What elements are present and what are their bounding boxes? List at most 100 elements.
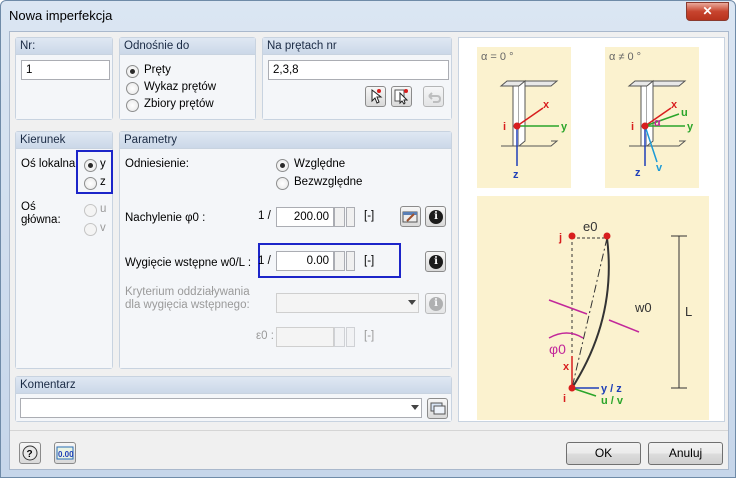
group-komentarz: Komentarz <box>15 376 452 422</box>
chevron-down-icon <box>408 300 416 305</box>
radio-wzgledne-label: Względne <box>294 158 346 170</box>
info-icon: i <box>429 210 443 224</box>
radio-wykaz-pretow[interactable] <box>126 82 139 95</box>
diagram-panel: α = 0 ° α ≠ 0 ° x y z i x u y α z v i e0… <box>458 37 725 422</box>
label-j: j <box>558 232 562 244</box>
radio-axis-u[interactable] <box>84 204 97 217</box>
wygiecie-label: Wygięcie wstępne w0/L : <box>125 257 252 269</box>
node-j <box>568 232 576 240</box>
edit-table-button[interactable] <box>400 206 421 227</box>
comment-library-icon <box>430 402 446 415</box>
group-na-pretach-header: Na prętach nr <box>263 38 451 55</box>
label-alpha0: α = 0 ° <box>481 51 513 63</box>
nachylenie-spinner[interactable] <box>334 207 345 227</box>
group-kierunek: Kierunek Oś lokalna: y z Oś główna: u v <box>15 131 113 369</box>
e0-unit: [-] <box>364 330 375 342</box>
label-alpha: α <box>654 117 661 129</box>
label-u-right: u <box>681 107 688 119</box>
label-x-left: x <box>543 99 550 111</box>
radio-zbiory-label: Zbiory prętów <box>144 98 214 110</box>
list-select-icon <box>394 89 409 105</box>
wygiecie-prefix: 1 / <box>258 255 271 267</box>
node-i-left <box>513 122 521 130</box>
decimal-units-icon: 0.00 <box>56 446 74 460</box>
group-komentarz-header: Komentarz <box>16 377 451 394</box>
label-yz: y / z <box>601 383 622 395</box>
radio-axis-v-label: v <box>100 222 106 234</box>
wygiecie-input[interactable]: 0.00 <box>276 251 334 271</box>
e0-label: ε0 : <box>256 330 274 342</box>
group-nr-header: Nr: <box>16 38 112 55</box>
node-i-bow <box>568 384 576 392</box>
radio-wykaz-label: Wykaz prętów <box>144 81 217 93</box>
group-odnosnie-header: Odnośnie do <box>120 38 255 55</box>
label-x-bow: x <box>563 361 570 373</box>
info-button-wygiecie[interactable]: i <box>425 251 446 272</box>
label-z-left: z <box>513 169 519 181</box>
label-i-left: i <box>503 121 506 133</box>
kryterium-combobox[interactable] <box>276 293 419 313</box>
axis-highlight-box <box>76 150 113 194</box>
e0-spin-right[interactable] <box>346 327 355 347</box>
select-list-button[interactable] <box>391 86 412 107</box>
kryterium-label-1: Kryterium oddziaływania <box>125 286 250 298</box>
nr-input[interactable]: 1 <box>21 60 110 80</box>
svg-text:?: ? <box>27 449 33 460</box>
wygiecie-spinner[interactable] <box>334 251 345 271</box>
close-button[interactable]: ✕ <box>686 2 729 21</box>
e0-spinner[interactable] <box>334 327 345 347</box>
pick-member-button[interactable] <box>365 86 386 107</box>
radio-wzgledne[interactable] <box>276 159 289 172</box>
members-input[interactable]: 2,3,8 <box>268 60 449 80</box>
units-button[interactable]: 0.00 <box>54 442 76 464</box>
info-button-kryterium[interactable]: i <box>425 293 446 314</box>
window-title: Nowa imperfekcja <box>9 8 113 23</box>
help-button[interactable]: ? <box>19 442 41 464</box>
wygiecie-spin-right[interactable] <box>346 251 355 271</box>
label-alpha-not0: α ≠ 0 ° <box>609 51 641 63</box>
cursor-pick-icon <box>371 88 383 104</box>
help-icon: ? <box>22 445 38 461</box>
radio-zbiory-pretow[interactable] <box>126 99 139 112</box>
table-edit-icon <box>402 211 418 223</box>
group-parametry: Parametry Odniesienie: Względne Bezwzglę… <box>119 131 452 369</box>
label-i-bow: i <box>563 393 566 405</box>
group-na-pretach: Na prętach nr 2,3,8 <box>262 37 452 120</box>
nachylenie-prefix: 1 / <box>258 210 271 222</box>
radio-axis-v[interactable] <box>84 223 97 236</box>
label-uv: u / v <box>601 395 624 407</box>
nachylenie-input[interactable]: 200.00 <box>276 207 334 227</box>
label-x-right: x <box>671 99 678 111</box>
nachylenie-unit: [-] <box>364 210 375 222</box>
title-bar: Nowa imperfekcja ✕ <box>1 1 735 31</box>
radio-bezwzgledne[interactable] <box>276 177 289 190</box>
info-icon: i <box>429 255 443 269</box>
group-parametry-header: Parametry <box>120 132 451 149</box>
label-v-right: v <box>656 162 663 174</box>
group-odnosnie: Odnośnie do Pręty Wykaz prętów Zbiory pr… <box>119 37 256 120</box>
chevron-down-icon <box>411 405 419 410</box>
radio-prety[interactable] <box>126 65 139 78</box>
os-lokalna-label: Oś lokalna: <box>21 158 79 170</box>
node-j-top <box>603 232 611 240</box>
ok-button[interactable]: OK <box>566 442 641 465</box>
reverse-button[interactable] <box>423 86 444 107</box>
label-y-right: y <box>687 121 694 133</box>
cancel-button[interactable]: Anuluj <box>648 442 723 465</box>
kryterium-label-2: dla wygięcia wstępnego: <box>125 299 250 311</box>
nachylenie-label: Nachylenie φ0 : <box>125 212 206 224</box>
radio-axis-u-label: u <box>100 203 107 215</box>
footer-divider <box>10 430 728 431</box>
wygiecie-unit: [-] <box>364 255 375 267</box>
os-glowna-label-2: główna: <box>21 214 61 226</box>
os-glowna-label-1: Oś <box>21 201 36 213</box>
radio-prety-label: Pręty <box>144 64 171 76</box>
label-L: L <box>685 304 692 319</box>
label-z-right: z <box>635 167 641 179</box>
radio-bezwzgledne-label: Bezwzględne <box>294 176 363 188</box>
info-button-nachylenie[interactable]: i <box>425 206 446 227</box>
komentarz-combobox[interactable] <box>20 398 422 418</box>
komentarz-library-button[interactable] <box>427 398 448 419</box>
nachylenie-spin-right[interactable] <box>346 207 355 227</box>
e0-input[interactable] <box>276 327 334 347</box>
